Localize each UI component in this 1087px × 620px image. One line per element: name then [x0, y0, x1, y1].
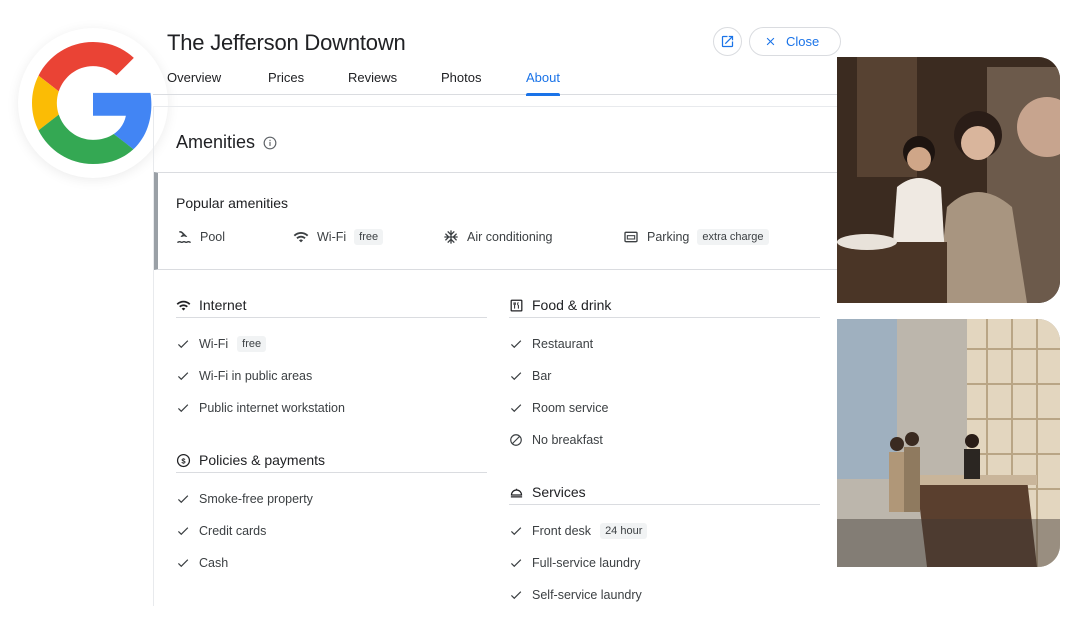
tab-bar: Overview Prices Reviews Photos About: [153, 62, 837, 96]
service-bell-icon: [510, 488, 523, 497]
popular-item-wifi: Wi-Fi free: [293, 229, 384, 245]
check-icon: [177, 527, 189, 536]
popular-item-pool: Pool: [176, 229, 225, 245]
free-badge: free: [354, 229, 384, 245]
list-item: Restaurant: [509, 334, 593, 354]
tab-overview[interactable]: Overview: [167, 70, 221, 95]
check-icon: [510, 527, 522, 536]
restaurant-scene-illustration: [837, 57, 1060, 303]
item-label: Restaurant: [532, 337, 594, 351]
google-logo: [18, 28, 168, 178]
close-button[interactable]: Close: [749, 27, 841, 56]
item-label: Room service: [532, 401, 609, 415]
check-icon: [177, 340, 189, 349]
check-icon: [177, 372, 189, 381]
section-title: Services: [532, 484, 586, 500]
divider: [509, 317, 820, 318]
wifi-icon: [293, 231, 309, 243]
item-label: No breakfast: [532, 433, 603, 447]
item-label: Bar: [532, 369, 552, 383]
list-item: Front desk 24 hour: [509, 521, 648, 541]
list-item: Wi-Fi in public areas: [176, 366, 312, 386]
tab-reviews[interactable]: Reviews: [348, 70, 397, 95]
lobby-scene-illustration: [837, 319, 1060, 567]
svg-text:$: $: [181, 456, 186, 465]
check-icon: [177, 495, 189, 504]
parking-icon: [624, 231, 638, 243]
check-icon: [177, 559, 189, 568]
item-label: Cash: [199, 556, 229, 570]
popular-item-label: Pool: [200, 230, 226, 244]
section-services-heading: Services: [509, 481, 820, 503]
check-icon: [510, 340, 522, 349]
wifi-icon: [176, 300, 191, 310]
restaurant-menu-icon: [510, 299, 523, 311]
hotel-title: The Jefferson Downtown: [167, 30, 406, 55]
list-item: Credit cards: [176, 521, 266, 541]
open-in-new-icon: [721, 35, 734, 48]
list-item: Wi-Fi free: [176, 334, 267, 354]
popular-item-parking: Parking extra charge: [623, 229, 769, 245]
open-in-new-button[interactable]: [713, 27, 742, 56]
section-title: Internet: [199, 297, 247, 313]
list-item: Full-service laundry: [509, 553, 640, 573]
list-item: Self-service laundry: [509, 585, 642, 605]
item-label: Front desk: [532, 524, 592, 538]
google-g-icon: [32, 42, 152, 164]
item-label: Wi-Fi: [199, 337, 229, 351]
close-icon: [766, 37, 775, 46]
popular-item-label: Wi-Fi: [317, 230, 347, 244]
divider: [176, 472, 487, 473]
list-item: Smoke-free property: [176, 489, 313, 509]
divider: [176, 317, 487, 318]
tab-photos[interactable]: Photos: [441, 70, 481, 95]
extra-charge-badge: extra charge: [697, 229, 769, 245]
amenities-heading: Amenities: [176, 132, 277, 153]
popular-amenities: Popular amenities Pool Wi-Fi free Air co…: [154, 172, 837, 270]
check-icon: [510, 559, 522, 568]
free-badge: free: [237, 336, 267, 352]
section-title: Policies & payments: [199, 452, 326, 468]
popular-item-label: Parking: [647, 230, 690, 244]
section-internet-heading: Internet: [176, 294, 487, 316]
dollar-circle-icon: $: [176, 453, 191, 467]
list-item: No breakfast: [509, 430, 603, 450]
tab-about[interactable]: About: [526, 70, 560, 96]
item-label: Credit cards: [199, 524, 267, 538]
list-item: Bar: [509, 366, 551, 386]
divider: [509, 504, 820, 505]
section-policies-heading: $ Policies & payments: [176, 449, 487, 471]
popular-item-label: Air conditioning: [467, 230, 553, 244]
section-title: Food & drink: [532, 297, 612, 313]
tab-prices[interactable]: Prices: [268, 70, 304, 95]
list-item: Room service: [509, 398, 608, 418]
check-icon: [510, 372, 522, 381]
item-label: Wi-Fi in public areas: [199, 369, 313, 383]
item-label: Public internet workstation: [199, 401, 345, 415]
item-label: Smoke-free property: [199, 492, 313, 506]
hotel-restaurant-photo[interactable]: [837, 57, 1060, 303]
check-icon: [510, 591, 522, 600]
24-hour-badge: 24 hour: [600, 523, 648, 539]
close-label: Close: [786, 34, 820, 49]
item-label: Full-service laundry: [532, 556, 641, 570]
item-label: Self-service laundry: [532, 588, 642, 602]
not-available-icon: [510, 434, 522, 446]
check-icon: [177, 404, 189, 413]
list-item: Cash: [176, 553, 228, 573]
popular-amenities-title: Popular amenities: [176, 195, 289, 211]
about-panel: Amenities Popular amenities Pool Wi-Fi f…: [153, 106, 837, 606]
hotel-lobby-photo[interactable]: [837, 319, 1060, 567]
section-food-heading: Food & drink: [509, 294, 820, 316]
check-icon: [510, 404, 522, 413]
amenities-title: Amenities: [176, 132, 256, 152]
pool-icon: [177, 230, 191, 243]
info-icon[interactable]: [263, 136, 277, 150]
popular-item-air-conditioning: Air conditioning: [443, 229, 552, 245]
snowflake-icon: [444, 230, 458, 244]
list-item: Public internet workstation: [176, 398, 345, 418]
